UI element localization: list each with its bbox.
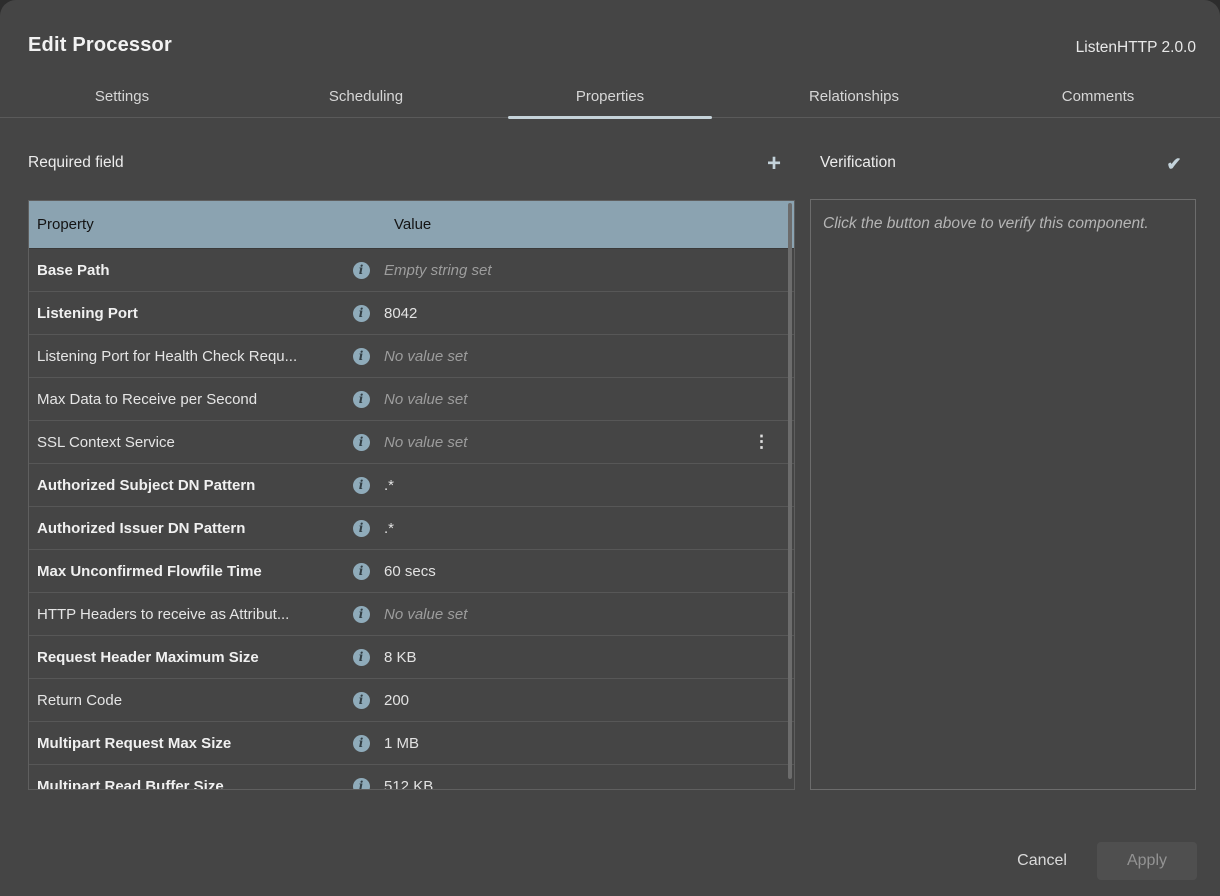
- property-value[interactable]: No value set: [378, 434, 794, 451]
- table-row[interactable]: Authorized Subject DN Pattern i .*: [29, 464, 794, 507]
- required-field-label: Required field: [28, 154, 124, 172]
- table-row[interactable]: Authorized Issuer DN Pattern i .*: [29, 507, 794, 550]
- tab-label: Relationships: [809, 88, 899, 105]
- info-icon: i: [353, 606, 370, 623]
- verification-placeholder-text: Click the button above to verify this co…: [823, 212, 1183, 236]
- property-value[interactable]: 512 KB: [378, 778, 794, 791]
- property-info[interactable]: i: [344, 262, 378, 279]
- table-header-row: Property Value: [29, 201, 794, 249]
- checkmark-icon: ✔: [1166, 154, 1181, 175]
- property-value[interactable]: .*: [378, 477, 794, 494]
- property-value[interactable]: No value set: [378, 606, 794, 623]
- info-icon: i: [353, 434, 370, 451]
- property-info[interactable]: i: [344, 305, 378, 322]
- verification-panel: Click the button above to verify this co…: [810, 199, 1196, 790]
- tab-label: Settings: [95, 88, 149, 105]
- tab-label: Scheduling: [329, 88, 403, 105]
- property-name: Max Unconfirmed Flowfile Time: [29, 563, 344, 580]
- property-value[interactable]: 60 secs: [378, 563, 794, 580]
- property-name: HTTP Headers to receive as Attribut...: [29, 606, 344, 623]
- property-name: Multipart Request Max Size: [29, 735, 344, 752]
- property-info[interactable]: i: [344, 348, 378, 365]
- property-name: Max Data to Receive per Second: [29, 391, 344, 408]
- column-header-property: Property: [29, 216, 352, 233]
- table-row[interactable]: Request Header Maximum Size i 8 KB: [29, 636, 794, 679]
- tab-relationships[interactable]: Relationships: [732, 76, 976, 117]
- property-value[interactable]: Empty string set: [378, 262, 794, 279]
- property-info[interactable]: i: [344, 391, 378, 408]
- property-name: Multipart Read Buffer Size: [29, 778, 344, 791]
- property-info[interactable]: i: [344, 649, 378, 666]
- table-row[interactable]: Max Data to Receive per Second i No valu…: [29, 378, 794, 421]
- dialog-footer: Cancel Apply: [1007, 842, 1197, 880]
- row-menu-kebab-icon[interactable]: ⋮: [753, 421, 770, 463]
- property-value[interactable]: No value set: [378, 391, 794, 408]
- property-name: Listening Port: [29, 305, 344, 322]
- property-info[interactable]: i: [344, 563, 378, 580]
- property-name: SSL Context Service: [29, 434, 344, 451]
- info-icon: i: [353, 391, 370, 408]
- property-value[interactable]: No value set: [378, 348, 794, 365]
- property-info[interactable]: i: [344, 778, 378, 791]
- table-row[interactable]: Max Unconfirmed Flowfile Time i 60 secs: [29, 550, 794, 593]
- tab-scheduling[interactable]: Scheduling: [244, 76, 488, 117]
- property-value[interactable]: .*: [378, 520, 794, 537]
- table-row[interactable]: HTTP Headers to receive as Attribut... i…: [29, 593, 794, 636]
- property-value[interactable]: 8 KB: [378, 649, 794, 666]
- tab-label: Comments: [1062, 88, 1135, 105]
- table-scrollbar[interactable]: [788, 203, 792, 779]
- tab-label: Properties: [576, 88, 644, 105]
- property-value[interactable]: 200: [378, 692, 794, 709]
- info-icon: i: [353, 735, 370, 752]
- table-row[interactable]: Return Code i 200: [29, 679, 794, 722]
- info-icon: i: [353, 563, 370, 580]
- apply-button[interactable]: Apply: [1097, 842, 1197, 880]
- info-icon: i: [353, 649, 370, 666]
- table-row[interactable]: Multipart Request Max Size i 1 MB: [29, 722, 794, 765]
- table-row[interactable]: Listening Port for Health Check Requ... …: [29, 335, 794, 378]
- property-info[interactable]: i: [344, 692, 378, 709]
- tab-settings[interactable]: Settings: [0, 76, 244, 117]
- info-icon: i: [353, 262, 370, 279]
- verification-label: Verification: [820, 154, 896, 172]
- property-name: Authorized Subject DN Pattern: [29, 477, 344, 494]
- info-icon: i: [353, 348, 370, 365]
- property-name: Base Path: [29, 262, 344, 279]
- info-icon: i: [353, 692, 370, 709]
- table-row[interactable]: Base Path i Empty string set: [29, 249, 794, 292]
- properties-table: Property Value Base Path i Empty string …: [28, 200, 795, 790]
- tab-comments[interactable]: Comments: [976, 76, 1220, 117]
- edit-processor-dialog: Edit Processor ListenHTTP 2.0.0 Settings…: [0, 0, 1220, 896]
- property-value[interactable]: 8042: [378, 305, 794, 322]
- property-name: Request Header Maximum Size: [29, 649, 344, 666]
- table-row[interactable]: SSL Context Service i No value set ⋮: [29, 421, 794, 464]
- property-name: Listening Port for Health Check Requ...: [29, 348, 344, 365]
- info-icon: i: [353, 778, 370, 791]
- tab-properties[interactable]: Properties: [488, 76, 732, 117]
- property-name: Authorized Issuer DN Pattern: [29, 520, 344, 537]
- property-info[interactable]: i: [344, 735, 378, 752]
- property-name: Return Code: [29, 692, 344, 709]
- column-header-value: Value: [352, 216, 794, 233]
- tab-bar: Settings Scheduling Properties Relationship…: [0, 76, 1220, 118]
- dialog-title: Edit Processor: [28, 34, 172, 57]
- cancel-button[interactable]: Cancel: [1007, 844, 1077, 878]
- verify-button[interactable]: ✔: [1160, 150, 1188, 178]
- info-icon: i: [353, 520, 370, 537]
- table-row[interactable]: Listening Port i 8042: [29, 292, 794, 335]
- processor-type-version: ListenHTTP 2.0.0: [1076, 39, 1196, 57]
- add-property-button[interactable]: +: [760, 150, 788, 178]
- property-value[interactable]: 1 MB: [378, 735, 794, 752]
- property-info[interactable]: i: [344, 434, 378, 451]
- info-icon: i: [353, 305, 370, 322]
- table-row[interactable]: Multipart Read Buffer Size i 512 KB: [29, 765, 794, 790]
- property-info[interactable]: i: [344, 520, 378, 537]
- property-info[interactable]: i: [344, 606, 378, 623]
- plus-icon: +: [767, 152, 781, 176]
- property-info[interactable]: i: [344, 477, 378, 494]
- info-icon: i: [353, 477, 370, 494]
- table-body: Base Path i Empty string set Listening P…: [29, 249, 794, 790]
